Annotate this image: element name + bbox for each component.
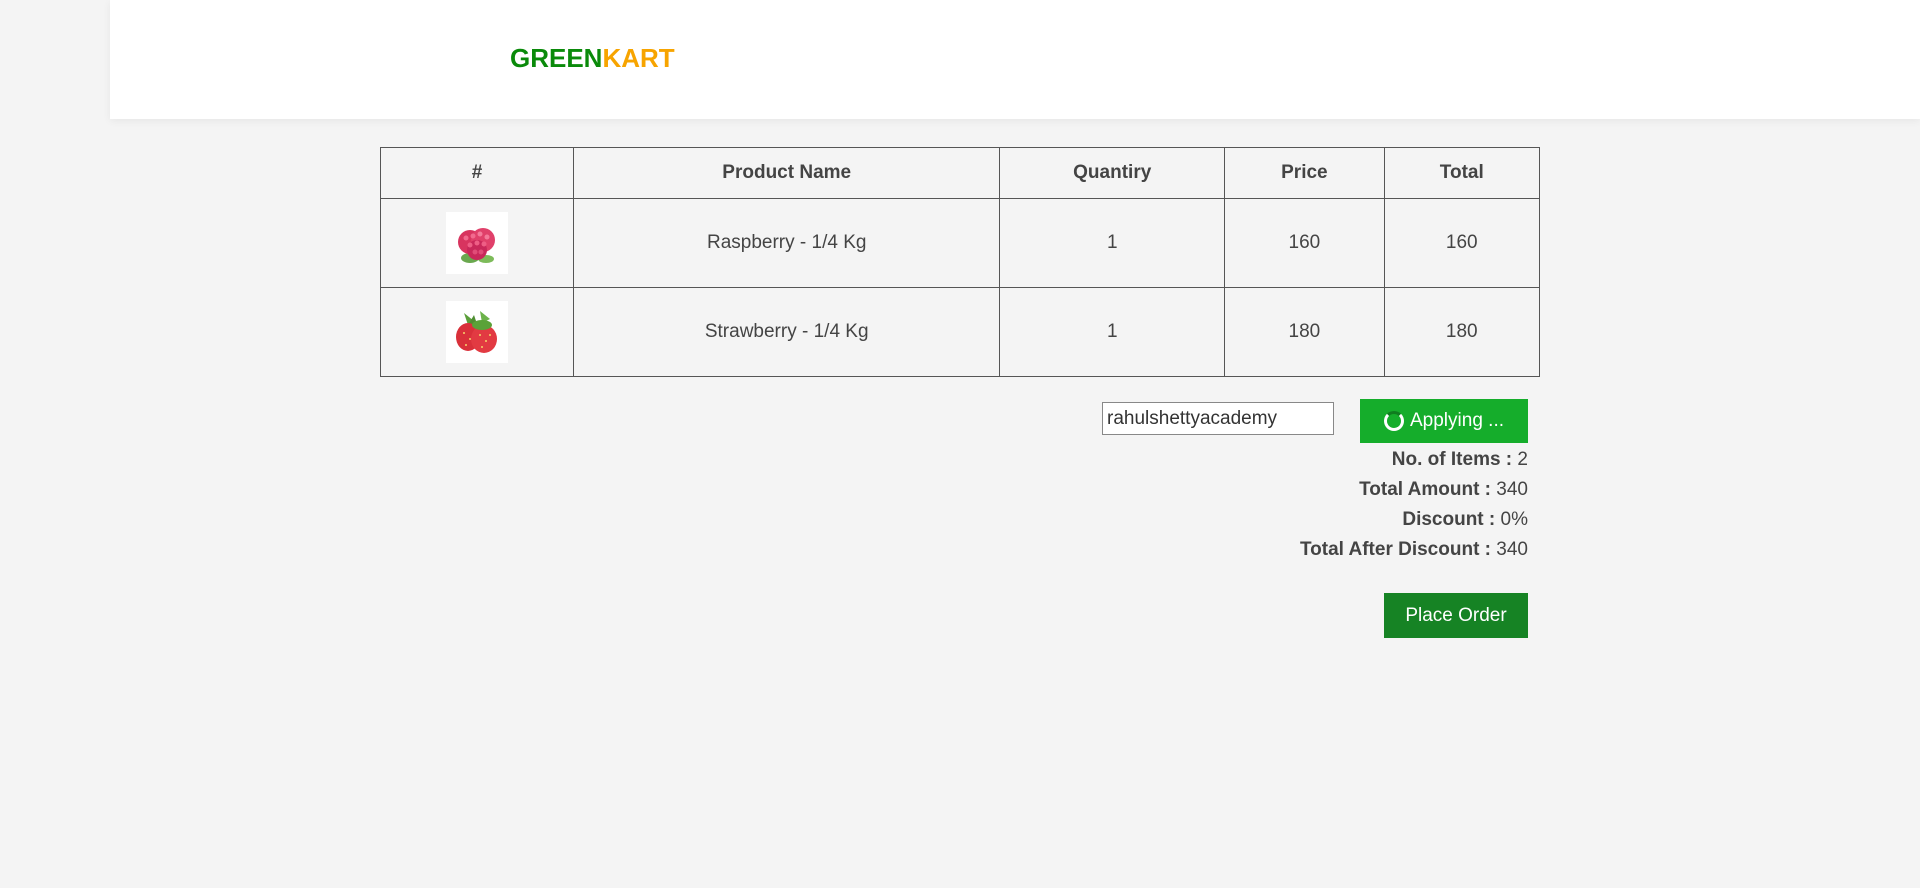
product-price: 180: [1224, 287, 1385, 377]
cart-table: # Product Name Quantiry Price Total Rasp…: [379, 147, 1541, 377]
table-row: Strawberry - 1/4 Kg 1 180 180: [379, 287, 1541, 377]
product-name: Raspberry - 1/4 Kg: [573, 198, 1001, 288]
brand-green: GREEN: [510, 43, 603, 73]
header-price: Price: [1224, 147, 1385, 199]
loading-spinner-icon: [1384, 411, 1404, 431]
product-image-cell: [379, 198, 575, 288]
product-quantity: 1: [999, 198, 1226, 288]
table-row: Raspberry - 1/4 Kg 1 160 160: [379, 198, 1541, 288]
total-amount-value: 340: [1496, 479, 1528, 500]
header-product-name: Product Name: [573, 147, 1001, 199]
product-quantity: 1: [999, 287, 1226, 377]
discount-line: Discount : 0%: [1300, 505, 1528, 535]
total-after-discount-line: Total After Discount : 340: [1300, 535, 1528, 565]
apply-promo-button[interactable]: Applying ...: [1360, 399, 1528, 443]
product-image-cell: [379, 287, 575, 377]
items-count-value: 2: [1517, 449, 1528, 470]
total-after-discount-value: 340: [1496, 539, 1528, 560]
product-name: Strawberry - 1/4 Kg: [573, 287, 1001, 377]
header-quantity: Quantiry: [999, 147, 1226, 199]
place-order-button[interactable]: Place Order: [1384, 593, 1528, 638]
items-count-label: No. of Items :: [1391, 449, 1513, 470]
product-price: 160: [1224, 198, 1385, 288]
product-total: 180: [1383, 287, 1541, 377]
items-count-line: No. of Items : 2: [1300, 445, 1528, 475]
total-after-discount-label: Total After Discount :: [1299, 539, 1492, 560]
order-summary: No. of Items : 2 Total Amount : 340 Disc…: [1300, 445, 1528, 565]
greenkart-logo[interactable]: GREENKART: [510, 43, 675, 74]
brand-kart: KART: [602, 43, 675, 73]
apply-button-label: Applying ...: [1410, 410, 1504, 431]
discount-value: 0%: [1500, 509, 1528, 530]
discount-label: Discount :: [1402, 509, 1496, 530]
total-amount-line: Total Amount : 340: [1300, 475, 1528, 505]
raspberry-icon: [446, 212, 509, 274]
table-header-row: # Product Name Quantiry Price Total: [379, 147, 1541, 199]
top-header: GREENKART: [110, 0, 1920, 119]
header-total: Total: [1383, 147, 1541, 199]
header-number: #: [379, 147, 575, 199]
strawberry-icon: [446, 301, 509, 363]
product-total: 160: [1383, 198, 1541, 288]
promo-code-input[interactable]: [1102, 402, 1334, 435]
total-amount-label: Total Amount :: [1359, 479, 1492, 500]
